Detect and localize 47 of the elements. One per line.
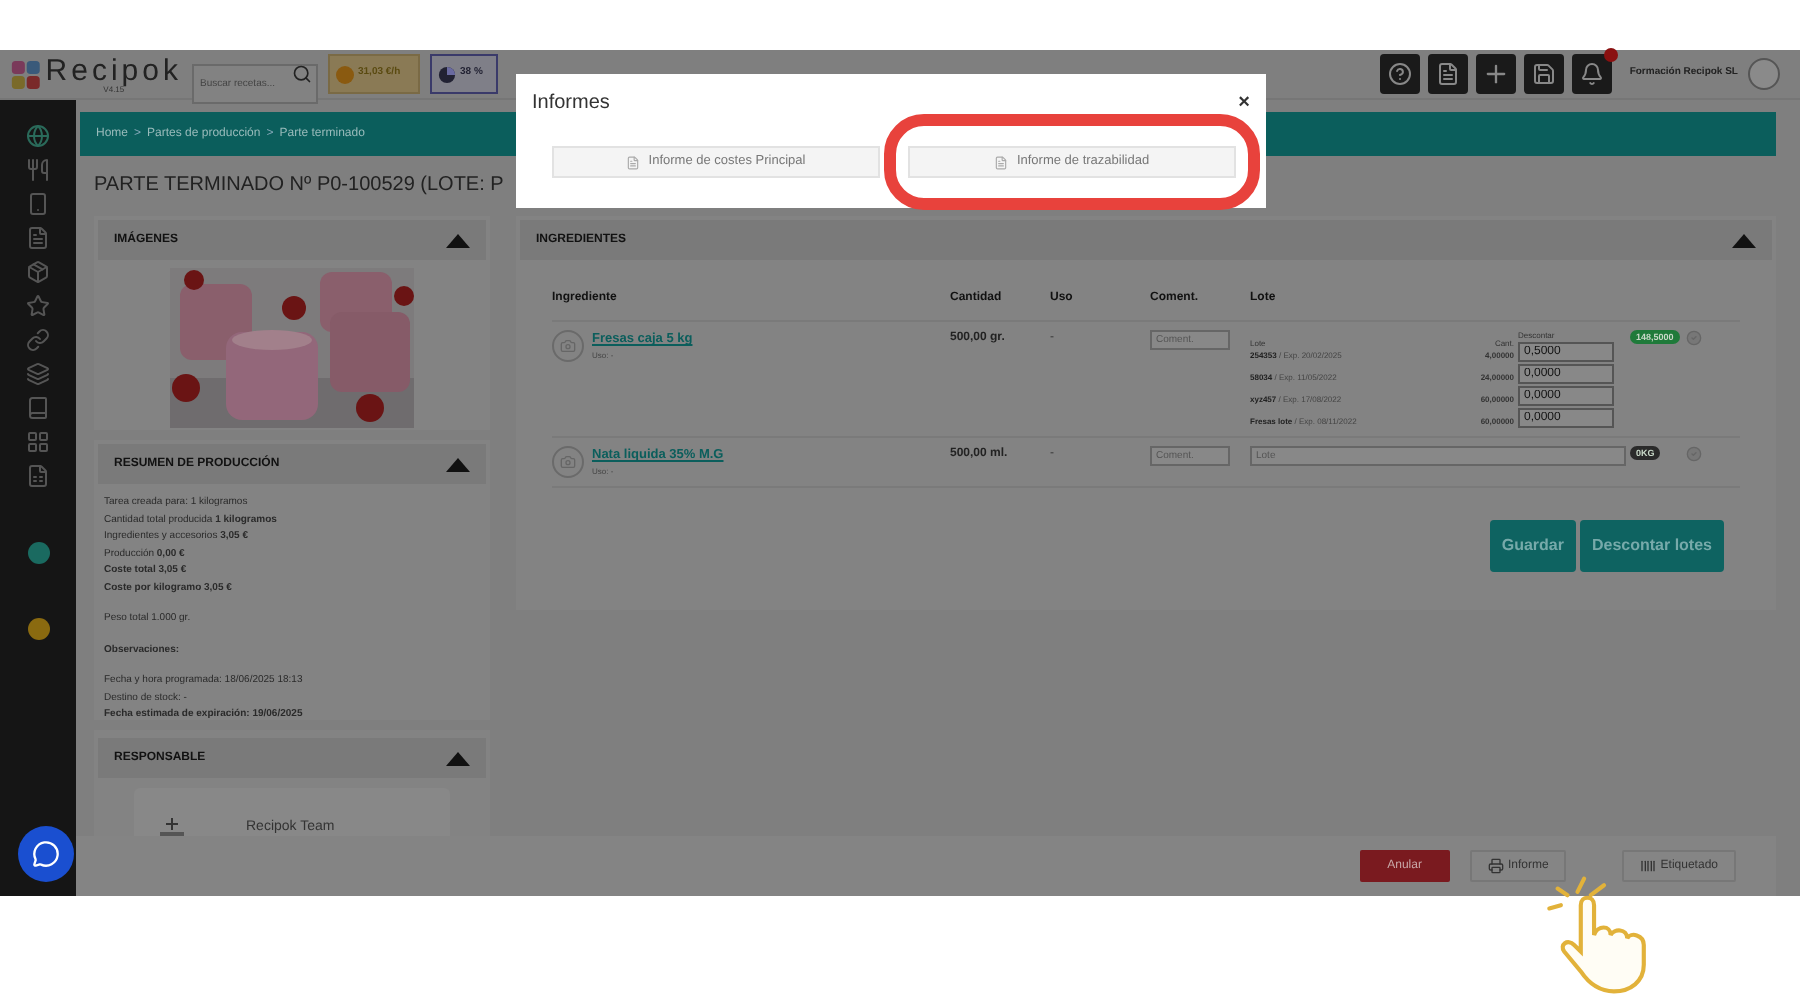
barcode-icon	[1640, 858, 1657, 874]
document-icon	[994, 155, 1009, 169]
package-icon[interactable]	[26, 260, 50, 284]
collapse-caret-icon[interactable]	[1732, 233, 1756, 247]
save-button[interactable]	[1523, 54, 1564, 94]
collapse-caret-icon[interactable]	[446, 457, 470, 471]
help-button[interactable]	[1379, 54, 1420, 94]
document-icon[interactable]	[26, 226, 50, 250]
grid-icon[interactable]	[26, 430, 50, 454]
collapse-caret-icon[interactable]	[446, 751, 470, 765]
phone-icon[interactable]	[26, 192, 50, 216]
help-icon	[1387, 62, 1412, 86]
coins-icon	[336, 65, 354, 83]
close-button[interactable]: ×	[1238, 93, 1250, 113]
spreadsheet-icon[interactable]	[26, 464, 50, 488]
utensils-icon[interactable]	[26, 158, 50, 182]
link-icon[interactable]	[26, 328, 50, 352]
globe-icon[interactable]	[26, 124, 50, 148]
action-button[interactable]: Guardar	[1489, 520, 1576, 572]
ingredient-image-placeholder	[552, 446, 584, 478]
pie-icon	[438, 65, 456, 83]
plus-icon	[1481, 60, 1510, 88]
avatar[interactable]	[1748, 58, 1780, 90]
search-icon[interactable]	[292, 64, 312, 84]
document-icon	[626, 155, 641, 169]
check-icon[interactable]	[1686, 446, 1702, 462]
chat-icon	[32, 840, 60, 868]
printer-icon	[1487, 858, 1504, 874]
check-icon[interactable]	[1686, 330, 1702, 346]
page-title: PARTE TERMINADO Nº P0-100529 (LOTE: P	[94, 171, 504, 199]
logo-text: Recipok	[45, 55, 182, 85]
star-icon[interactable]	[26, 294, 50, 318]
dialog-title: Informes	[532, 90, 610, 118]
add-button[interactable]	[1475, 54, 1516, 94]
coin-icon[interactable]	[27, 618, 49, 640]
action-button[interactable]: Descontar lotes	[1579, 520, 1724, 572]
logo-icon	[10, 57, 42, 91]
company-logo-icon	[158, 818, 186, 836]
collapse-caret-icon[interactable]	[446, 233, 470, 247]
bell-icon	[1579, 62, 1604, 86]
notifications-button[interactable]	[1571, 54, 1612, 94]
layers-icon[interactable]	[26, 362, 50, 386]
document-icon	[1435, 62, 1460, 86]
ingredient-image-placeholder	[552, 330, 584, 362]
save-icon	[1531, 62, 1556, 86]
book-icon[interactable]	[26, 396, 50, 420]
document-button[interactable]	[1427, 54, 1468, 94]
